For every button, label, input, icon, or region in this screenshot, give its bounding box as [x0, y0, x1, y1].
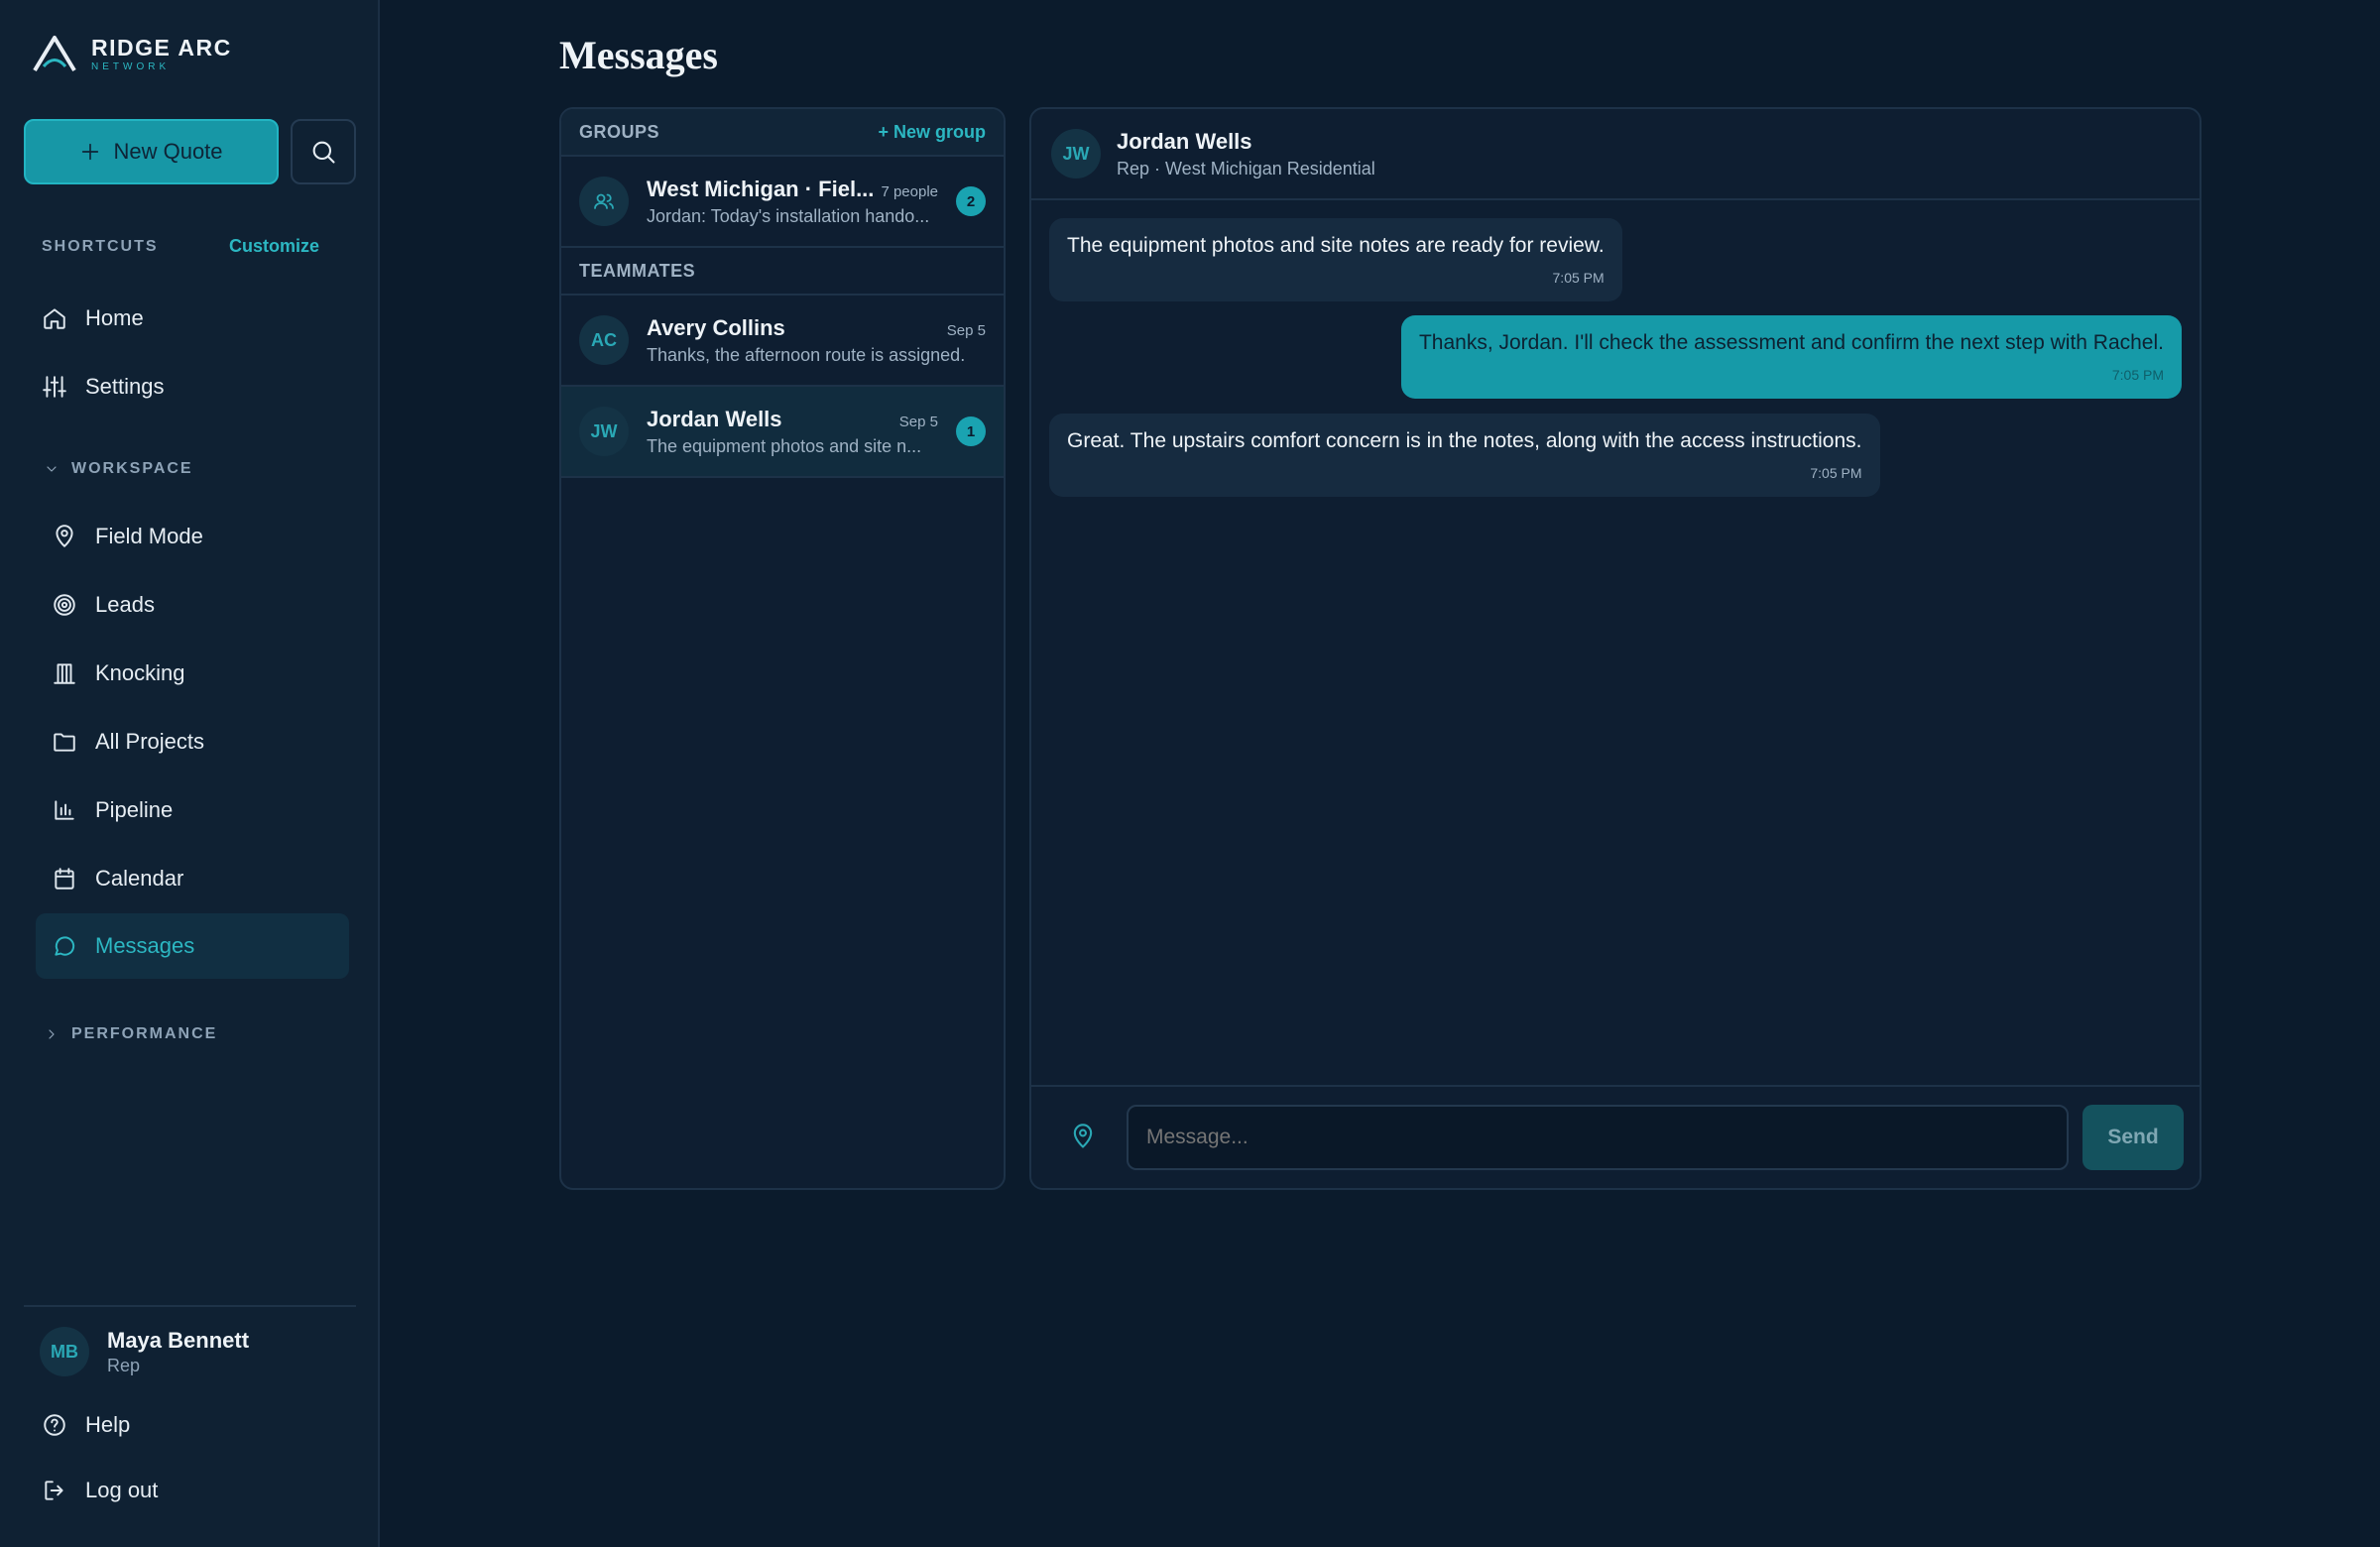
conversation-preview: Jordan: Today's installation hando...	[647, 205, 930, 226]
folder-icon	[54, 733, 75, 752]
nav-home[interactable]: Home	[26, 286, 144, 351]
nav-settings[interactable]: Settings	[26, 354, 165, 419]
users-icon	[594, 193, 614, 209]
conversation-list: GROUPS + New group West Michigan · Fiel.…	[559, 107, 1006, 1190]
brand-name: RIDGE ARC	[91, 34, 232, 60]
send-button[interactable]: Send	[2082, 1105, 2184, 1170]
page-title: Messages	[559, 33, 718, 77]
user-name: Maya Bennett	[107, 1327, 250, 1353]
brand-logo[interactable]: RIDGE ARC NETWORK	[32, 34, 232, 73]
workspace-label: WORKSPACE	[71, 460, 193, 477]
conversation-item-avery-collins[interactable]: AC Avery Collins Sep 5 Thanks, the after…	[561, 296, 1004, 387]
chevron-right-icon	[49, 1029, 55, 1039]
conversation-meta: 7 people	[881, 182, 938, 200]
message-text: Great. The upstairs comfort concern is i…	[1067, 429, 1862, 452]
ridge-arc-logo-icon	[33, 36, 76, 72]
user-role: Rep	[107, 1355, 141, 1375]
nav-messages[interactable]: Messages	[36, 913, 349, 979]
conversation-item-jordan-wells[interactable]: JW Jordan Wells Sep 5 The equipment phot…	[561, 387, 1004, 478]
message-text: The equipment photos and site notes are …	[1067, 234, 1605, 257]
nav-label: Field Mode	[95, 524, 203, 548]
nav-knocking[interactable]: Knocking	[36, 641, 185, 706]
nav-label: Knocking	[95, 660, 185, 685]
new-group-button[interactable]: + New group	[878, 122, 986, 143]
conversation-meta: Sep 5	[898, 413, 938, 430]
user-avatar: MB	[40, 1327, 89, 1376]
conversation-preview: The equipment photos and site n...	[647, 435, 922, 456]
message-time: 7:05 PM	[2111, 367, 2164, 383]
nav-log-out[interactable]: Log out	[26, 1458, 158, 1523]
target-icon	[54, 594, 75, 616]
conversation-preview: Thanks, the afternoon route is assigned.	[647, 344, 966, 365]
performance-label: PERFORMANCE	[71, 1025, 218, 1042]
workspace-section-toggle[interactable]: WORKSPACE	[44, 460, 193, 478]
conversation-meta: Sep 5	[946, 321, 986, 339]
nav-leads[interactable]: Leads	[36, 572, 155, 638]
chat-contact-name: Jordan Wells	[1117, 128, 1252, 154]
new-quote-label: New Quote	[113, 139, 223, 164]
location-pin-icon[interactable]	[1069, 1123, 1097, 1150]
map-pin-icon	[56, 525, 73, 547]
teammate-avatar: JW	[579, 407, 629, 456]
nav-all-projects[interactable]: All Projects	[36, 709, 204, 774]
nav-label: Log out	[85, 1478, 159, 1502]
unread-badge: 1	[956, 416, 986, 446]
chat-contact-subtitle: Rep · West Michigan Residential	[1117, 158, 1375, 178]
shortcuts-label: SHORTCUTS	[42, 238, 159, 255]
customize-link[interactable]: Customize	[229, 236, 319, 257]
message-time: 7:05 PM	[1552, 270, 1605, 286]
conversation-name: Jordan Wells	[647, 406, 782, 431]
conversation-name: Avery Collins	[647, 314, 785, 340]
search-icon	[312, 141, 335, 164]
nav-label: Pipeline	[95, 797, 174, 822]
bar-chart-icon	[55, 800, 74, 820]
message-bubble-incoming: Great. The upstairs comfort concern is i…	[1049, 414, 1880, 497]
sidebar-divider	[24, 1305, 356, 1307]
conversation-name: West Michigan · Fiel...	[647, 176, 875, 201]
nav-label: Home	[85, 305, 144, 330]
new-quote-button[interactable]: New Quote	[24, 119, 279, 184]
brand-sub: NETWORK	[91, 60, 171, 72]
groups-header: GROUPS + New group	[561, 109, 1004, 157]
chat-header: JW Jordan Wells Rep · West Michigan Resi…	[1031, 109, 2200, 200]
message-time: 7:05 PM	[1810, 465, 1862, 481]
chevron-down-icon	[47, 466, 57, 472]
groups-label: GROUPS	[579, 121, 660, 142]
message-text: Thanks, Jordan. I'll check the assessmen…	[1418, 331, 2164, 354]
nav-label: All Projects	[95, 729, 205, 754]
nav-pipeline[interactable]: Pipeline	[36, 777, 173, 843]
nav-label: Calendar	[95, 866, 184, 891]
search-button[interactable]	[291, 119, 356, 184]
help-circle-icon	[44, 1414, 65, 1436]
teammates-label: TEAMMATES	[579, 260, 696, 281]
calendar-icon	[55, 868, 74, 890]
teammates-header: TEAMMATES	[561, 248, 1004, 296]
teammate-avatar: AC	[579, 315, 629, 365]
home-icon	[44, 308, 65, 329]
unread-badge: 2	[956, 186, 986, 216]
message-bubble-incoming: The equipment photos and site notes are …	[1049, 218, 1622, 301]
chat-icon	[55, 936, 75, 956]
nav-field-mode[interactable]: Field Mode	[36, 504, 203, 569]
nav-help[interactable]: Help	[26, 1392, 130, 1458]
nav-calendar[interactable]: Calendar	[36, 846, 183, 911]
chat-avatar: JW	[1051, 129, 1101, 178]
message-composer: Send	[1031, 1085, 2200, 1188]
sidebar: RIDGE ARC NETWORK New Quote SHORTCUTS Cu…	[0, 0, 380, 1547]
chat-panel: JW Jordan Wells Rep · West Michigan Resi…	[1029, 107, 2202, 1190]
message-input[interactable]	[1127, 1105, 2069, 1170]
user-profile[interactable]: MB Maya Bennett Rep	[40, 1327, 249, 1376]
nav-label: Leads	[95, 592, 155, 617]
nav-label: Help	[85, 1412, 131, 1437]
nav-label: Settings	[85, 374, 165, 399]
conversation-item-group[interactable]: West Michigan · Fiel... 7 people Jordan:…	[561, 157, 1004, 248]
group-avatar	[579, 177, 629, 226]
nav-label: Messages	[95, 933, 195, 958]
plus-icon	[82, 143, 99, 161]
door-icon	[54, 663, 75, 684]
log-out-icon	[45, 1481, 63, 1500]
message-bubble-outgoing: Thanks, Jordan. I'll check the assessmen…	[1400, 315, 2182, 399]
sliders-icon	[43, 376, 66, 398]
performance-section-toggle[interactable]: PERFORMANCE	[44, 1025, 217, 1043]
